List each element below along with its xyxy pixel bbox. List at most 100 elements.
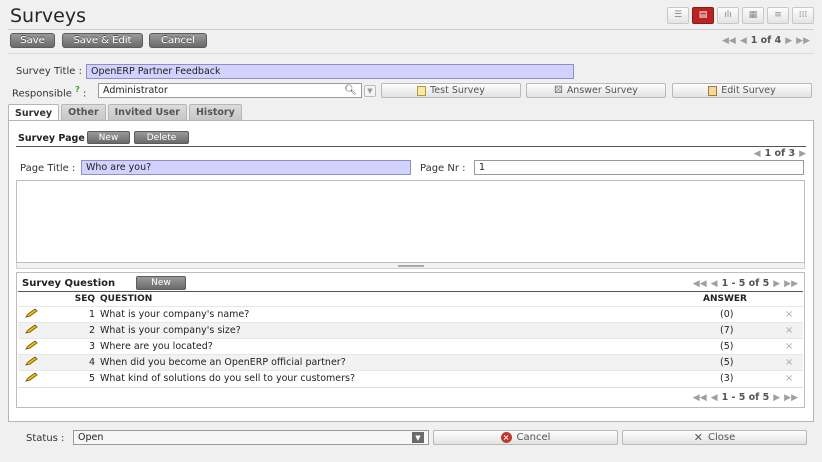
last-question-icon[interactable]: ▶▶ <box>784 279 798 289</box>
first-question-icon[interactable]: ◀◀ <box>693 393 707 403</box>
prev-record-icon[interactable]: ◀ <box>740 36 747 46</box>
tab-survey[interactable]: Survey <box>8 104 60 121</box>
status-label: Status : <box>26 433 65 444</box>
edit-survey-button[interactable]: Edit Survey <box>672 83 812 98</box>
pencil-icon[interactable] <box>24 339 38 350</box>
resize-handle[interactable] <box>16 263 805 269</box>
responsible-value: Administrator <box>103 85 168 96</box>
pencil-icon[interactable] <box>24 323 38 334</box>
page-count: 1 of 3 <box>764 148 796 159</box>
survey-question-header: Survey Question <box>22 278 116 289</box>
cancel-survey-button[interactable]: × Cancel <box>433 430 618 445</box>
col-answer[interactable]: ANSWER <box>703 293 785 306</box>
record-pager: ◀◀ ◀ 1 of 4 ▶ ▶▶ <box>722 35 810 46</box>
table-row[interactable]: 3 Where are you located? (5) × <box>18 337 803 354</box>
question-pager-bottom: ◀◀ ◀ 1 - 5 of 5 ▶ ▶▶ <box>693 392 798 403</box>
select-arrow-icon[interactable]: ▼ <box>412 432 424 443</box>
diagram-view-icon[interactable]: ⁞⁞⁞ <box>792 7 814 24</box>
toolbar-divider <box>8 53 814 54</box>
pencil-icon[interactable] <box>24 372 38 382</box>
delete-row-icon[interactable]: × <box>785 325 793 336</box>
list-view-icon[interactable]: ☰ <box>667 7 689 24</box>
close-icon: ✕ <box>693 431 703 444</box>
page-pager: ◀ 1 of 3 ▶ <box>754 148 806 159</box>
question-footer-divider <box>18 387 803 388</box>
close-survey-button[interactable]: ✕ Close <box>622 430 807 445</box>
survey-title-label: Survey Title : <box>16 66 82 77</box>
survey-page-divider <box>16 146 806 147</box>
status-select[interactable]: Open ▼ <box>73 430 429 445</box>
delete-page-button[interactable]: Delete <box>134 131 189 144</box>
delete-row-icon[interactable]: × <box>785 357 793 368</box>
row-question: When did you become an OpenERP official … <box>100 353 703 370</box>
new-page-button[interactable]: New <box>87 131 130 144</box>
delete-row-icon[interactable]: × <box>785 373 793 384</box>
save-button[interactable]: Save <box>10 33 55 48</box>
first-record-icon[interactable]: ◀◀ <box>722 36 736 46</box>
graph-view-icon[interactable]: ılı <box>717 7 739 24</box>
test-survey-button[interactable]: Test Survey <box>381 83 521 98</box>
tab-history[interactable]: History <box>188 104 242 120</box>
answer-survey-button[interactable]: ⚄ Answer Survey <box>526 83 666 98</box>
form-view-icon[interactable]: ▤ <box>692 7 714 24</box>
cancel-icon: × <box>500 432 512 443</box>
next-record-icon[interactable]: ▶ <box>785 36 792 46</box>
page-nr-input[interactable]: 1 <box>474 160 804 175</box>
help-icon[interactable]: ? <box>75 85 80 94</box>
next-question-icon[interactable]: ▶ <box>773 393 780 403</box>
prev-question-icon[interactable]: ◀ <box>711 393 718 403</box>
last-record-icon[interactable]: ▶▶ <box>796 36 810 46</box>
page-title-label: Page Title : <box>20 163 76 174</box>
col-seq[interactable]: SEQ <box>48 293 100 306</box>
question-count: 1 - 5 of 5 <box>721 392 770 403</box>
delete-row-icon[interactable]: × <box>785 309 793 320</box>
row-question: What is your company's size? <box>100 321 703 338</box>
last-question-icon[interactable]: ▶▶ <box>784 393 798 403</box>
prev-page-icon[interactable]: ◀ <box>754 149 761 159</box>
page-title-input[interactable]: Who are you? <box>81 160 411 175</box>
page-title: Surveys <box>10 5 86 27</box>
dropdown-arrow-icon[interactable]: ▼ <box>364 85 376 97</box>
view-switcher: ☰ ▤ ılı ▦ ≡ ⁞⁞⁞ <box>667 7 814 24</box>
tab-other[interactable]: Other <box>61 104 106 120</box>
question-table-wrap: SEQ QUESTION ANSWER 1 What is your compa… <box>18 293 803 386</box>
row-question: What kind of solutions do you sell to yo… <box>100 369 703 386</box>
row-answer: (3) <box>703 369 785 386</box>
edit-document-icon <box>708 85 718 96</box>
table-row[interactable]: 5 What kind of solutions do you sell to … <box>18 369 803 386</box>
row-answer: (5) <box>703 337 785 354</box>
row-seq: 3 <box>48 337 100 354</box>
question-count: 1 - 5 of 5 <box>721 278 770 289</box>
table-row[interactable]: 4 When did you become an OpenERP officia… <box>18 353 803 370</box>
survey-title-input[interactable]: OpenERP Partner Feedback <box>86 64 574 79</box>
responsible-label: Responsible ? : <box>12 85 87 100</box>
page-description-textarea[interactable] <box>16 180 805 263</box>
first-question-icon[interactable]: ◀◀ <box>693 279 707 289</box>
tab-invited-user[interactable]: Invited User <box>107 104 187 120</box>
prev-question-icon[interactable]: ◀ <box>711 279 718 289</box>
cancel-button[interactable]: Cancel <box>149 33 207 48</box>
question-pager-top: ◀◀ ◀ 1 - 5 of 5 ▶ ▶▶ <box>693 278 798 289</box>
record-count: 1 of 4 <box>750 35 782 46</box>
document-icon <box>417 85 427 96</box>
question-header-divider <box>18 291 803 292</box>
pencil-icon[interactable] <box>24 307 38 318</box>
next-question-icon[interactable]: ▶ <box>773 279 780 289</box>
row-seq: 5 <box>48 369 100 386</box>
pencil-icon[interactable] <box>24 355 38 366</box>
question-table: SEQ QUESTION ANSWER 1 What is your compa… <box>18 293 803 386</box>
search-icon[interactable]: 🔍︎ <box>344 85 357 96</box>
table-row[interactable]: 2 What is your company's size? (7) × <box>18 321 803 338</box>
calendar-view-icon[interactable]: ▦ <box>742 7 764 24</box>
new-question-button[interactable]: New <box>136 276 186 290</box>
save-edit-button[interactable]: Save & Edit <box>62 33 143 48</box>
row-seq: 2 <box>48 321 100 338</box>
col-question[interactable]: QUESTION <box>100 293 703 306</box>
responsible-input[interactable]: Administrator 🔍︎ <box>98 83 362 98</box>
row-answer: (5) <box>703 353 785 370</box>
gantt-view-icon[interactable]: ≡ <box>767 7 789 24</box>
delete-row-icon[interactable]: × <box>785 341 793 352</box>
row-seq: 1 <box>48 305 100 322</box>
next-page-icon[interactable]: ▶ <box>799 149 806 159</box>
table-row[interactable]: 1 What is your company's name? (0) × <box>18 305 803 322</box>
